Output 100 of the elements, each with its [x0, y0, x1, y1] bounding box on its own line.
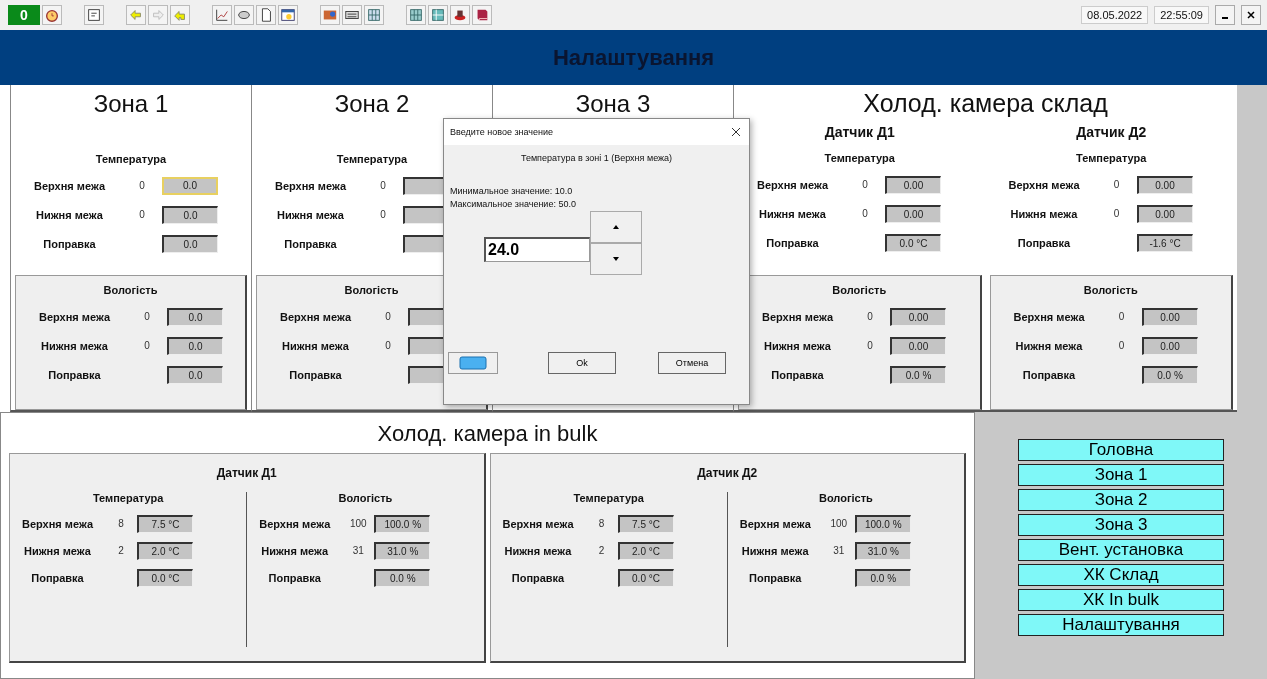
close-icon	[731, 127, 741, 137]
cancel-button[interactable]: Отмена	[658, 352, 726, 374]
time-display: 22:55:09	[1154, 6, 1209, 24]
ok-button[interactable]: Ok	[548, 352, 616, 374]
section-heading: Температура	[91, 492, 165, 504]
value-field[interactable]: 0.00	[885, 204, 941, 223]
field-label: Поправка	[283, 237, 338, 250]
nav-button[interactable]: Зона 2	[1018, 489, 1224, 511]
reading-value: 0	[1117, 340, 1126, 351]
nav-button[interactable]: Вент. установка	[1018, 539, 1224, 561]
value-field[interactable]: 0.0 %	[854, 568, 911, 587]
value-field[interactable]: 0.00	[885, 175, 941, 194]
stamp-icon[interactable]	[450, 5, 470, 25]
close-button[interactable]	[1241, 5, 1261, 25]
tool-icon[interactable]	[234, 5, 254, 25]
field-label: Верхня межа	[738, 517, 812, 530]
sensor-title: Датчик Д2	[1076, 124, 1147, 140]
value-field[interactable]: 0.0	[167, 307, 223, 326]
nav-button[interactable]: Зона 3	[1018, 514, 1224, 536]
value-field[interactable]: 31.0 %	[854, 541, 911, 560]
value-field[interactable]: 2.0 °C	[137, 541, 193, 560]
value-field[interactable]: 0.0 %	[374, 568, 431, 587]
reading-value: 8	[597, 518, 606, 529]
document-icon[interactable]	[256, 5, 276, 25]
field-label: Поправка	[47, 368, 102, 381]
value-field[interactable]: 0.00	[1136, 204, 1193, 223]
section-heading: Вологість	[1082, 284, 1139, 296]
reading-value: 100	[829, 518, 849, 529]
value-field[interactable]: 0.0 %	[1141, 365, 1198, 384]
value-field[interactable]: 7.5 °C	[137, 514, 193, 533]
minimize-button[interactable]	[1215, 5, 1235, 25]
value-field[interactable]: 100.0 %	[374, 514, 431, 533]
max-value-text: Максимальное значение: 50.0	[450, 198, 577, 211]
nav-button[interactable]: ХК In bulk	[1018, 589, 1224, 611]
reading-value: 0	[861, 179, 869, 190]
reading-value: 0	[866, 340, 874, 351]
reading-value: 0	[138, 180, 146, 191]
value-field[interactable]: -1.6 °C	[1136, 233, 1193, 252]
value-field[interactable]: 0.0	[162, 234, 218, 253]
reading-value: 8	[117, 518, 125, 529]
reading-value: 0	[143, 340, 151, 351]
field-label: Нижня межа	[763, 339, 832, 352]
field-label: Нижня межа	[23, 544, 92, 557]
nav-button[interactable]: Налаштування	[1018, 614, 1224, 636]
value-field[interactable]: 0.0	[162, 176, 218, 195]
field-label: Нижня межа	[260, 544, 330, 557]
sensor-title: Датчик Д1	[824, 124, 895, 140]
keyboard-icon[interactable]	[342, 5, 362, 25]
reading-value: 0	[1117, 311, 1126, 322]
window-icon[interactable]	[84, 5, 104, 25]
grid-icon[interactable]	[428, 5, 448, 25]
field-label: Поправка	[1016, 236, 1072, 249]
value-input[interactable]: 24.0	[484, 236, 590, 262]
value-field[interactable]: 31.0 %	[374, 541, 431, 560]
nav-button[interactable]: Зона 1	[1018, 464, 1224, 486]
reading-value: 0	[143, 311, 151, 322]
calendar-icon[interactable]	[278, 5, 298, 25]
value-field[interactable]: 0.0	[167, 336, 223, 355]
book-icon[interactable]	[472, 5, 492, 25]
value-field[interactable]: 0.00	[1141, 336, 1198, 355]
field-label: Поправка	[510, 571, 566, 584]
field-label: Поправка	[30, 571, 85, 584]
value-field[interactable]: 0.0 °C	[617, 568, 674, 587]
zone-title: Зона 3	[575, 90, 651, 117]
field-label: Верхня межа	[760, 310, 835, 323]
page-title: Налаштування	[552, 44, 715, 71]
value-field[interactable]: 100.0 %	[854, 514, 911, 533]
section-heading: Вологість	[102, 284, 159, 296]
reading-value: 0	[384, 311, 392, 322]
value-field[interactable]: 0.0 %	[890, 365, 946, 384]
field-label: Нижня межа	[1014, 339, 1084, 352]
field-label: Нижня межа	[1009, 207, 1079, 220]
value-field[interactable]: 2.0 °C	[617, 541, 674, 560]
value-field[interactable]: 0.00	[890, 336, 946, 355]
grid-icon[interactable]	[406, 5, 426, 25]
value-field[interactable]: 0.00	[1136, 175, 1193, 194]
section-heading: Температура	[1075, 152, 1148, 164]
field-label: Нижня межа	[40, 339, 109, 352]
reading-value: 0	[379, 180, 387, 191]
value-field[interactable]: 0.0 °C	[137, 568, 193, 587]
reading-value: 100	[348, 518, 368, 529]
value-field[interactable]: 0.0 °C	[885, 233, 941, 252]
zone-title: Зона 2	[334, 90, 410, 117]
alarm-clock-icon[interactable]	[42, 5, 62, 25]
field-label: Нижня межа	[281, 339, 350, 352]
nav-button[interactable]: Головна	[1018, 439, 1224, 461]
nav-button[interactable]: ХК Склад	[1018, 564, 1224, 586]
value-field[interactable]: 0.0	[167, 365, 223, 384]
chart-icon[interactable]	[212, 5, 232, 25]
map-icon[interactable]	[320, 5, 340, 25]
section-heading: Температура	[823, 152, 896, 164]
reading-value: 2	[117, 545, 125, 556]
value-field[interactable]: 0.0	[162, 205, 218, 224]
field-label: Верхня межа	[37, 310, 112, 323]
field-label: Поправка	[267, 571, 322, 584]
value-field[interactable]: 0.00	[1141, 307, 1198, 326]
counter-badge: 0	[8, 5, 40, 25]
grid-icon[interactable]	[364, 5, 384, 25]
value-field[interactable]: 7.5 °C	[617, 514, 674, 533]
value-field[interactable]: 0.00	[890, 307, 946, 326]
